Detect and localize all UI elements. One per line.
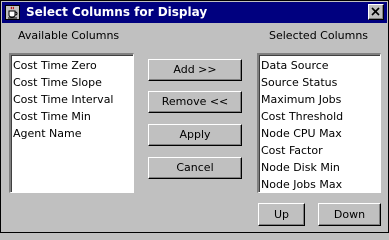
title-bar[interactable]: Select Columns for Display xyxy=(2,2,387,23)
move-up-button[interactable]: Up xyxy=(258,203,305,226)
selected-columns-header: Selected Columns xyxy=(269,29,369,42)
close-button[interactable] xyxy=(368,4,384,20)
selected-columns-list[interactable]: Data Source Source Status Maximum Jobs C… xyxy=(257,53,381,193)
window-title: Select Columns for Display xyxy=(26,5,208,19)
list-item[interactable]: Cost Time Min xyxy=(13,108,133,125)
list-item[interactable]: Node CPU Max xyxy=(261,125,380,142)
available-columns-header: Available Columns xyxy=(18,29,120,42)
list-item[interactable]: Cost Time Slope xyxy=(13,74,133,91)
list-item[interactable]: Cost Time Zero xyxy=(13,57,133,74)
move-down-button[interactable]: Down xyxy=(318,203,381,226)
close-icon xyxy=(371,7,380,16)
list-item[interactable]: Cost Threshold xyxy=(261,108,380,125)
java-cup-icon xyxy=(5,5,20,20)
list-item[interactable]: Agent Name xyxy=(13,125,133,142)
remove-button[interactable]: Remove << xyxy=(148,91,242,113)
cancel-button[interactable]: Cancel xyxy=(148,157,242,179)
available-columns-list[interactable]: Cost Time Zero Cost Time Slope Cost Time… xyxy=(9,53,134,193)
list-item[interactable]: Data Source xyxy=(261,57,380,74)
list-item[interactable]: Node Disk Min xyxy=(261,159,380,176)
select-columns-dialog: Select Columns for Display Available Col… xyxy=(0,0,389,233)
list-item[interactable]: Node Jobs Max xyxy=(261,176,380,193)
add-button[interactable]: Add >> xyxy=(148,59,242,81)
list-item[interactable]: Maximum Jobs xyxy=(261,91,380,108)
apply-button[interactable]: Apply xyxy=(148,124,242,146)
list-item[interactable]: Cost Time Interval xyxy=(13,91,133,108)
list-item[interactable]: Source Status xyxy=(261,74,380,91)
list-item[interactable]: Cost Factor xyxy=(261,142,380,159)
